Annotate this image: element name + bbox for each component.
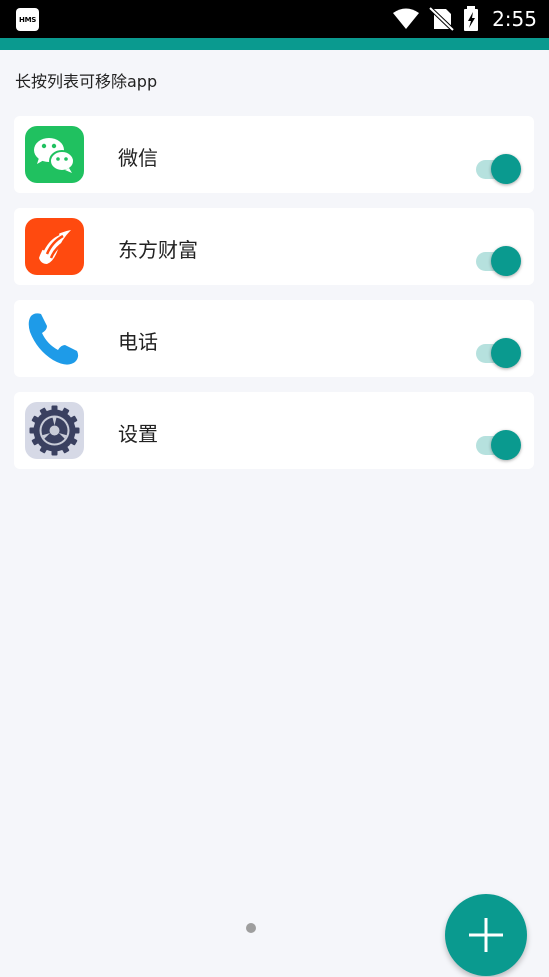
app-label: 东方财富 xyxy=(118,238,198,262)
settings-gear-icon xyxy=(25,402,84,459)
list-item[interactable]: 设置 xyxy=(14,392,534,469)
battery-charging-icon xyxy=(464,6,479,31)
app-bar-accent xyxy=(0,38,549,50)
app-list: 微信 东方财富 电话 设置 xyxy=(14,116,534,484)
enable-toggle[interactable] xyxy=(476,244,522,276)
phone-icon xyxy=(25,310,84,367)
list-item[interactable]: 微信 xyxy=(14,116,534,193)
wechat-icon xyxy=(25,126,84,183)
page-indicator-dot xyxy=(246,923,256,933)
enable-toggle[interactable] xyxy=(476,336,522,368)
no-sim-icon xyxy=(428,7,455,31)
status-bar: HMS 2:55 xyxy=(0,0,549,38)
enable-toggle[interactable] xyxy=(476,152,522,184)
list-item[interactable]: 东方财富 xyxy=(14,208,534,285)
hms-notification-icon: HMS xyxy=(16,8,39,31)
app-label: 微信 xyxy=(118,146,158,170)
enable-toggle[interactable] xyxy=(476,428,522,460)
clock: 2:55 xyxy=(492,7,537,31)
status-icons: 2:55 xyxy=(392,0,549,38)
app-label: 电话 xyxy=(118,330,158,354)
add-app-button[interactable] xyxy=(445,894,527,976)
eastmoney-icon xyxy=(25,218,84,275)
list-item[interactable]: 电话 xyxy=(14,300,534,377)
wifi-icon xyxy=(393,8,420,29)
plus-icon xyxy=(469,918,503,952)
hint-text: 长按列表可移除app xyxy=(15,72,158,91)
app-label: 设置 xyxy=(118,422,158,446)
